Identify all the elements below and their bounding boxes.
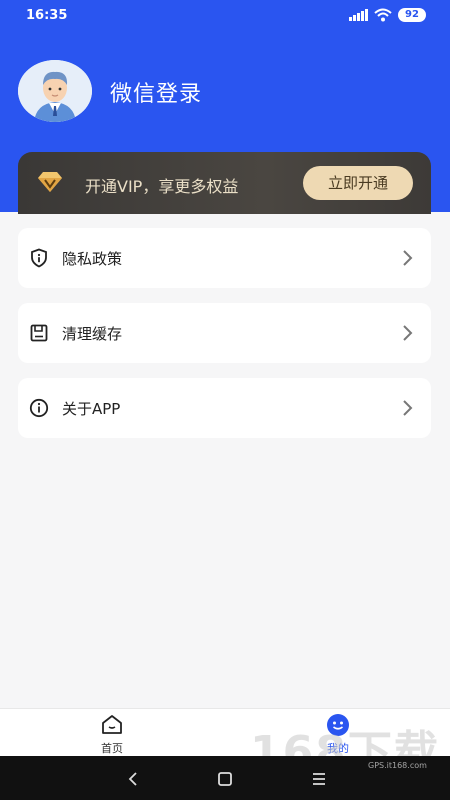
battery-indicator: 92 — [398, 8, 426, 22]
login-title[interactable]: 微信登录 — [110, 76, 202, 108]
menu-item-label: 清理缓存 — [62, 325, 123, 343]
avatar[interactable] — [18, 60, 92, 122]
watermark-url: GPS.it168.com — [368, 761, 427, 770]
tab-label: 首页 — [101, 742, 123, 755]
vip-banner: 开通VIP，享更多权益 立即开通 — [18, 152, 431, 214]
status-time: 16:35 — [26, 8, 68, 23]
avatar-icon — [18, 60, 92, 122]
wifi-icon — [374, 8, 392, 22]
info-icon — [29, 398, 49, 418]
home-icon — [102, 715, 122, 734]
status-icons: 92 — [349, 8, 426, 22]
menu-item-label: 隐私政策 — [62, 250, 123, 268]
vip-diamond-icon — [38, 172, 62, 192]
home-nav-icon[interactable] — [215, 769, 235, 789]
back-icon[interactable] — [123, 769, 143, 789]
menu-icon[interactable] — [309, 769, 329, 789]
tab-home[interactable]: 首页 — [82, 713, 142, 756]
vip-open-button[interactable]: 立即开通 — [303, 166, 413, 200]
chevron-right-icon — [403, 250, 413, 266]
vip-promo-text: 开通VIP，享更多权益 — [85, 177, 239, 196]
storage-icon — [30, 324, 48, 342]
menu-item-clear-cache[interactable]: 清理缓存 — [18, 303, 431, 363]
menu-item-label: 关于APP — [62, 400, 121, 418]
menu-item-about-app[interactable]: 关于APP — [18, 378, 431, 438]
chevron-right-icon — [403, 400, 413, 416]
signal-icon — [349, 9, 368, 21]
menu-item-privacy-policy[interactable]: 隐私政策 — [18, 228, 431, 288]
chevron-right-icon — [403, 325, 413, 341]
shield-icon — [31, 248, 47, 268]
status-bar: 16:35 92 — [0, 0, 450, 32]
